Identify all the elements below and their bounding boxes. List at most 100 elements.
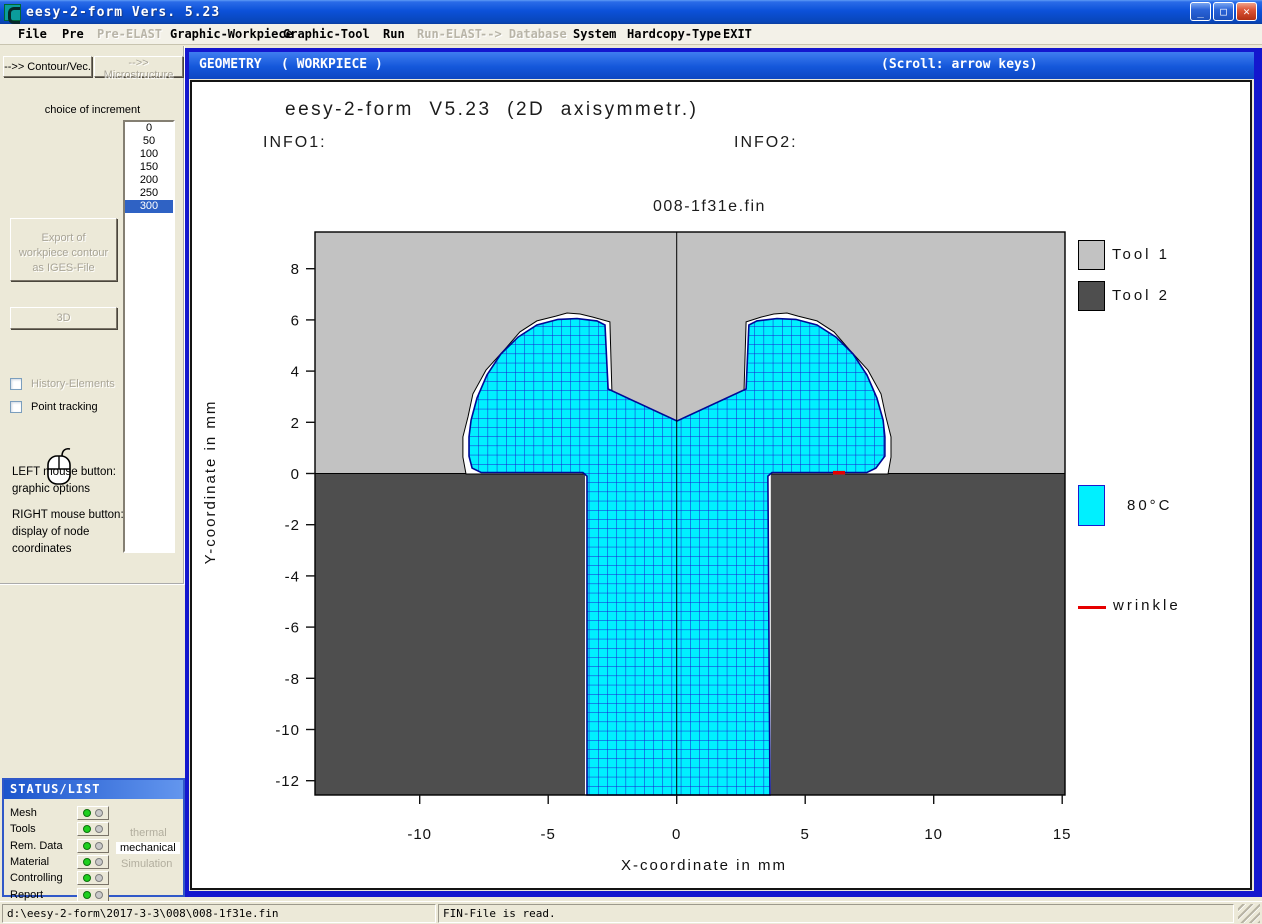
application-window: { "window": { "title": "eesy-2-form Vers… [0, 0, 1262, 924]
y-tick-label: 2 [291, 415, 300, 432]
export-line1: Export of [11, 231, 116, 246]
header-scroll-hint: (Scroll: arrow keys) [881, 57, 1038, 72]
mouse-hint-left-2: graphic options [12, 481, 116, 498]
increment-option-100[interactable]: 100 [125, 148, 173, 161]
x-axis-title: X-coordinate in mm [621, 857, 787, 874]
3d-button: 3D [10, 307, 117, 329]
status-indicator-button[interactable] [77, 806, 109, 820]
mouse-hint-right-1: RIGHT mouse button: [12, 507, 124, 524]
sidebar-panel: -->> Contour/Vec. -->> Microstructure ch… [0, 46, 185, 585]
increment-option-200[interactable]: 200 [125, 174, 173, 187]
main-panel: GEOMETRY ( WORKPIECE ) (Scroll: arrow ke… [185, 48, 1262, 897]
x-tick-label: 5 [801, 826, 810, 843]
menu-run[interactable]: Run [383, 27, 405, 41]
mouse-hint-left-1: LEFT mouse button: [12, 464, 116, 481]
history-elements-label: History-Elements [31, 378, 115, 390]
window-title: eesy-2-form Vers. 5.23 [26, 5, 220, 20]
status-row-material: Material [4, 855, 114, 871]
gray-indicator [95, 891, 103, 899]
increment-option-150[interactable]: 150 [125, 161, 173, 174]
legend-tool1-swatch [1078, 240, 1105, 270]
x-axis-ticks: -10-5051015 [407, 795, 1071, 843]
export-line3: as IGES-File [11, 261, 116, 276]
status-row-label: Controlling [10, 872, 63, 884]
y-tick-label: 6 [291, 312, 300, 329]
legend-tool2-label: Tool 2 [1112, 287, 1170, 304]
menu-system[interactable]: System [573, 27, 616, 41]
info1-label: INFO1: [263, 134, 327, 152]
statusbar-file-path: d:\eesy-2-form\2017-3-3\008\008-1f31e.fi… [2, 904, 436, 923]
statusbar-message: FIN-File is read. [438, 904, 1234, 923]
status-indicator-button[interactable] [77, 855, 109, 869]
header-geometry: GEOMETRY [199, 57, 262, 72]
status-list-title[interactable]: STATUS/LIST [4, 780, 183, 799]
status-indicator-button[interactable] [77, 822, 109, 836]
resize-grip[interactable] [1238, 904, 1260, 923]
menu-exit[interactable]: EXIT [723, 27, 752, 41]
increment-option-0[interactable]: 0 [125, 122, 173, 135]
y-tick-label: -2 [285, 517, 300, 534]
increment-label: choice of increment [0, 104, 185, 116]
menu-pre-elast: Pre-ELAST [97, 27, 162, 41]
menu-file[interactable]: File [18, 27, 47, 41]
status-indicator-button[interactable] [77, 871, 109, 885]
legend-temperature-label: 80°C [1127, 497, 1173, 514]
y-tick-label: -6 [285, 620, 300, 637]
menu-graphic-workpiece[interactable]: Graphic-Workpiece [170, 27, 293, 41]
status-row-controlling: Controlling [4, 871, 114, 887]
x-tick-label: -5 [541, 826, 556, 843]
green-indicator [83, 809, 91, 817]
mouse-hint-right-3: coordinates [12, 541, 124, 558]
plot-title: eesy-2-form V5.23 (2D axisymmetr.) [285, 99, 698, 121]
status-list-panel: STATUS/LIST Mesh Tools Rem. Data MaterialCo… [2, 778, 185, 897]
maximize-button[interactable]: □ [1213, 2, 1234, 21]
y-tick-label: 4 [291, 364, 300, 381]
menu--database: --> Database [480, 27, 567, 41]
legend-temperature-swatch [1078, 485, 1105, 526]
plot-page: -10-5051015 86420-2-4-6-8-10-12 X-coordi… [190, 80, 1252, 890]
y-axis-ticks: 8 6 4 2 0 -2 -4 -6 -8 -10 -12 [275, 261, 315, 790]
y-tick-label: 8 [291, 261, 300, 278]
minimize-button[interactable]: _ [1190, 2, 1211, 21]
menu-graphic-tool[interactable]: Graphic-Tool [283, 27, 370, 41]
thermal-label: thermal [130, 827, 167, 839]
green-indicator [83, 874, 91, 882]
simulation-label: Simulation [121, 858, 172, 870]
point-tracking-label: Point tracking [31, 401, 98, 413]
y-tick-label: -4 [285, 568, 300, 585]
app-icon [4, 4, 21, 21]
x-tick-label: 0 [672, 826, 681, 843]
gray-indicator [95, 825, 103, 833]
status-indicator-button[interactable] [77, 839, 109, 853]
point-tracking-checkbox[interactable] [10, 401, 22, 413]
mechanical-label: mechanical [116, 842, 180, 854]
export-line2: workpiece contour [11, 246, 116, 261]
increment-option-250[interactable]: 250 [125, 187, 173, 200]
y-tick-label: -12 [275, 773, 300, 790]
contour-vec-button[interactable]: -->> Contour/Vec. [3, 56, 92, 77]
increment-option-300[interactable]: 300 [125, 200, 173, 213]
menu-hardcopy-type[interactable]: Hardcopy-Type [627, 27, 721, 41]
status-row-label: Report [10, 889, 43, 901]
wrinkle-mark [833, 471, 845, 475]
legend-tool1-label: Tool 1 [1112, 246, 1170, 263]
title-bar[interactable]: eesy-2-form Vers. 5.23 _ □ ✕ [0, 0, 1262, 24]
y-tick-label: 0 [291, 466, 300, 483]
menu-pre[interactable]: Pre [62, 27, 84, 41]
status-row-label: Rem. Data [10, 840, 63, 852]
status-row-tools: Tools [4, 822, 114, 838]
status-row-label: Tools [10, 823, 36, 835]
y-axis-title: Y-coordinate in mm [202, 400, 219, 565]
increment-option-50[interactable]: 50 [125, 135, 173, 148]
status-row-mesh: Mesh [4, 806, 114, 822]
status-row-label: Mesh [10, 807, 37, 819]
status-indicator-button[interactable] [77, 888, 109, 902]
increment-listbox[interactable]: 050100150200250300 [123, 120, 175, 553]
green-indicator [83, 842, 91, 850]
microstructure-button: -->> Microstructure [94, 56, 183, 77]
close-button[interactable]: ✕ [1236, 2, 1257, 21]
gray-indicator [95, 809, 103, 817]
y-tick-label: -10 [275, 722, 300, 739]
fin-filename: 008-1f31e.fin [653, 198, 766, 216]
y-tick-label: -8 [285, 671, 300, 688]
